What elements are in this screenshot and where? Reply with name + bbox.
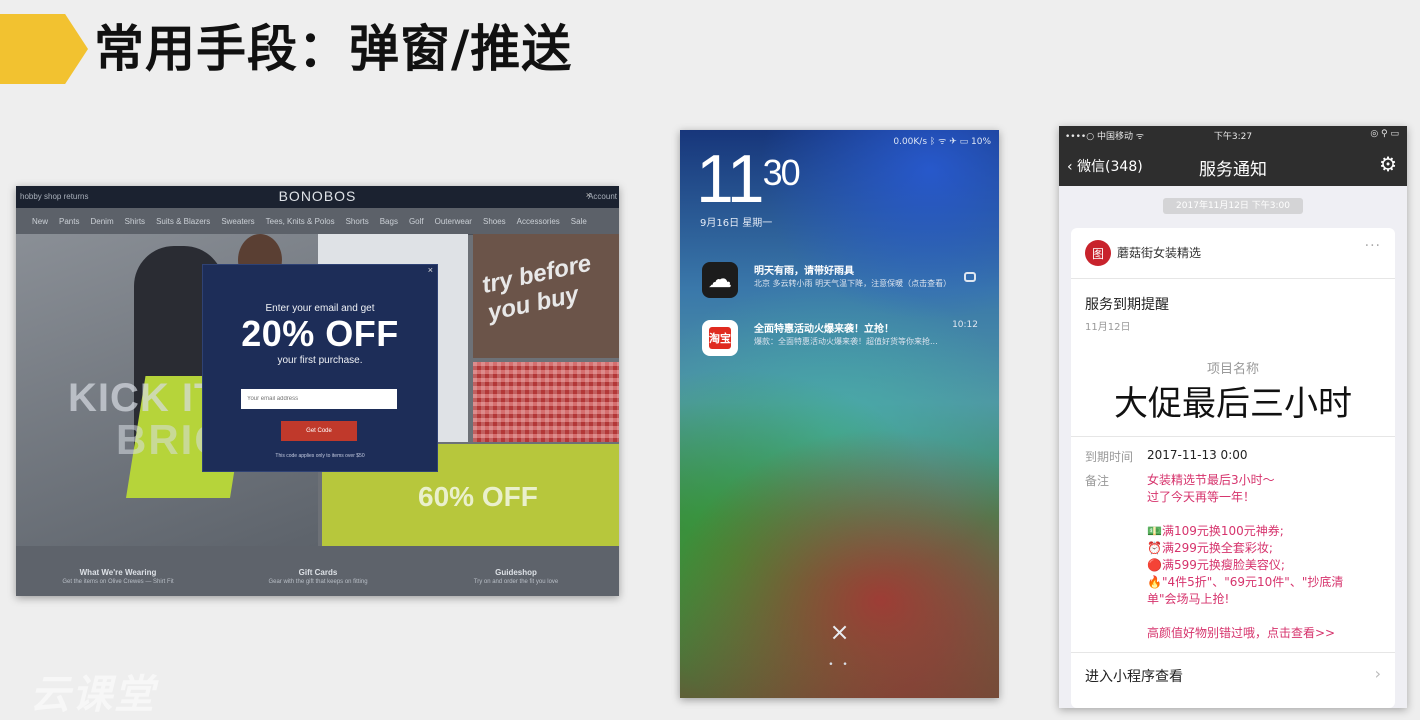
popup-email-input[interactable] xyxy=(241,389,397,409)
remark-line: 🔥"4件5折"、"69元10件"、"抄底清 xyxy=(1147,575,1344,589)
push-notification-body: 北京 多云转小雨 明天气温下降，注意保暖（点击查看） xyxy=(754,279,952,288)
clear-notifications-icon[interactable]: × xyxy=(680,618,999,646)
service-notice-card[interactable]: 蘑菇街女装精选 ··· 服务到期提醒 11月12日 项目名称 大促最后三小时 到… xyxy=(1071,228,1395,708)
get-code-button[interactable]: Get Code xyxy=(281,421,357,441)
project-name-label: 项目名称 xyxy=(1206,362,1259,377)
site-nav-item[interactable]: Suits & Blazers xyxy=(156,217,210,226)
site-nav-item[interactable]: Denim xyxy=(90,217,113,226)
popup-fine-print: This code applies only to items over $50 xyxy=(275,453,365,459)
push-notification-body: 爆款：全面特惠活动火爆来袭！超值好货等你来抢... xyxy=(754,337,938,346)
remark-label: 备注 xyxy=(1085,474,1110,488)
footer-link-sub: Try on and order the fit you love xyxy=(473,579,559,585)
divider xyxy=(1071,652,1395,653)
footer-link-sub: Get the items on Olive Crewes — Shirt Fi… xyxy=(62,579,174,585)
chevron-right-icon: › xyxy=(1374,664,1381,683)
title-accent-flag xyxy=(0,14,88,84)
remark-line: 🔴满599元换瘦脸美容仪; xyxy=(1147,558,1285,572)
slide-title: 常用手段：弹窗/推送 xyxy=(94,20,573,78)
lock-clock: 1130 xyxy=(696,140,801,218)
lock-status-bar: 0.00K/s ᛒ ᯤ ✈ ▭ 10% xyxy=(893,137,991,147)
taobao-icon-glyph: 淘宝 xyxy=(709,332,731,345)
site-nav-item[interactable]: Tees, Knits & Polos xyxy=(266,217,335,226)
site-nav-item[interactable]: Golf xyxy=(409,217,424,226)
footer-link-title: What We're Wearing xyxy=(79,568,157,577)
site-nav: New Pants Denim Shirts Suits & Blazers Sweate… xyxy=(16,208,619,235)
footer-link-gift-cards[interactable]: Gift Cards Gear with the gift that keeps… xyxy=(218,568,418,585)
email-signup-popup: × Enter your email and get 20% OFF your … xyxy=(202,264,438,472)
remark-gap xyxy=(1147,608,1387,625)
due-time-value: 2017-11-13 0:00 xyxy=(1147,448,1248,462)
avatar xyxy=(1085,240,1111,266)
hero-kick-text: KICK IT xyxy=(68,376,220,420)
more-options-icon[interactable]: ··· xyxy=(1365,238,1381,254)
popup-discount-headline: 20% OFF xyxy=(241,313,399,354)
lock-clock-minute: 30 xyxy=(762,152,801,193)
lockscreen-screenshot: 0.00K/s ᛒ ᯤ ✈ ▭ 10% 1130 9月16日 星期一 明天有雨，… xyxy=(680,130,999,698)
wechat-page-title: 服务通知 xyxy=(1199,160,1267,180)
footer-link-sub: Gear with the gift that keeps on fitting xyxy=(268,579,368,585)
hero-image-plaid xyxy=(473,362,619,442)
push-notification-title: 全面特惠活动火爆来袭！立抢！ xyxy=(754,324,894,335)
weather-cloud-icon xyxy=(702,262,738,298)
footer-link-wearing[interactable]: What We're Wearing Get the items on Oliv… xyxy=(18,568,218,585)
remark-text: 女装精选节最后3小时～ 过了今天再等一年！ 💵满109元换100元神券; ⏰满2… xyxy=(1147,472,1387,642)
footer-link-guideshop[interactable]: Guideshop Try on and order the fit you l… xyxy=(416,568,616,585)
footer-link-title: Guideshop xyxy=(495,568,537,577)
watermark-logo: 云课堂 xyxy=(30,672,156,718)
sender-name: 蘑菇街女装精选 xyxy=(1117,246,1202,260)
site-footer: What We're Wearing Get the items on Oliv… xyxy=(16,546,619,596)
remark-line: 女装精选节最后3小时～ xyxy=(1147,473,1275,487)
remark-line: 💵满109元换100元神券; xyxy=(1147,524,1284,538)
status-time: 下午3:27 xyxy=(1213,132,1253,142)
message-timestamp: 2017年11月12日 下午3:00 xyxy=(1163,198,1303,214)
project-name-value: 大促最后三小时 xyxy=(1114,384,1352,424)
site-logo[interactable]: BONOBOS xyxy=(16,188,619,204)
camera-icon xyxy=(964,272,976,282)
site-nav-item[interactable]: Accessories xyxy=(517,217,560,226)
notice-subject: 服务到期提醒 xyxy=(1085,297,1169,313)
footer-link-title: Gift Cards xyxy=(298,568,338,577)
lock-clock-hour: 11 xyxy=(696,141,765,217)
site-nav-item[interactable]: New xyxy=(32,217,48,226)
promo-banner-text: 60% OFF xyxy=(418,481,538,512)
divider xyxy=(1071,436,1395,437)
site-topbar: hobby shop returns BONOBOS × Account xyxy=(16,186,619,208)
website-popup-screenshot: hobby shop returns BONOBOS × Account New… xyxy=(16,186,619,596)
site-nav-item[interactable]: Pants xyxy=(59,217,79,226)
push-notification-time: 10:12 xyxy=(952,320,978,330)
notice-date: 11月12日 xyxy=(1085,322,1131,333)
popup-close-icon[interactable]: × xyxy=(428,265,433,275)
site-nav-item[interactable]: Outerwear xyxy=(435,217,472,226)
remark-link-line[interactable]: 高颜值好物别错过哦，点击查看>> xyxy=(1147,625,1387,642)
site-nav-item[interactable]: Shoes xyxy=(483,217,506,226)
due-time-label: 到期时间 xyxy=(1085,450,1134,464)
site-nav-item[interactable]: Bags xyxy=(380,217,398,226)
open-mini-program-link[interactable]: 进入小程序查看 xyxy=(1085,666,1183,686)
remark-line: ⏰满299元换全套彩妆; xyxy=(1147,541,1273,555)
gear-icon[interactable]: ⚙ xyxy=(1379,152,1397,176)
remark-line: 过了今天再等一年！ xyxy=(1147,490,1256,504)
site-nav-item[interactable]: Sweaters xyxy=(221,217,254,226)
wechat-status-bar: ••••○ 中国移动 ᯤ 下午3:27 ◎ ⚲ ▭ xyxy=(1059,126,1407,144)
remark-gap xyxy=(1147,506,1387,523)
lock-date: 9月16日 星期一 xyxy=(700,218,773,229)
page-indicator: • • xyxy=(828,660,851,670)
divider xyxy=(1071,278,1395,279)
taobao-icon: 淘宝 xyxy=(702,320,738,356)
push-notification-title: 明天有雨，请带好雨具 xyxy=(754,266,854,277)
push-notification[interactable]: 淘宝 全面特惠活动火爆来袭！立抢！ 爆款：全面特惠活动火爆来袭！超值好货等你来抢… xyxy=(696,316,984,360)
push-notification[interactable]: 明天有雨，请带好雨具 北京 多云转小雨 明天气温下降，注意保暖（点击查看） xyxy=(696,258,984,302)
site-nav-item[interactable]: Shorts xyxy=(346,217,369,226)
site-nav-item[interactable]: Sale xyxy=(571,217,587,226)
battery-icon: ◎ ⚲ ▭ xyxy=(1370,129,1399,139)
wechat-service-notice-screenshot: ••••○ 中国移动 ᯤ 下午3:27 ◎ ⚲ ▭ ‹ 微信(348) 服务通知… xyxy=(1059,126,1407,708)
wechat-nav-bar: ‹ 微信(348) 服务通知 ⚙ xyxy=(1059,144,1407,186)
site-account-link[interactable]: Account xyxy=(588,192,617,201)
remark-line: 单"会场马上抢! xyxy=(1147,592,1230,606)
popup-subtext: your first purchase. xyxy=(277,355,363,366)
site-nav-item[interactable]: Shirts xyxy=(125,217,145,226)
